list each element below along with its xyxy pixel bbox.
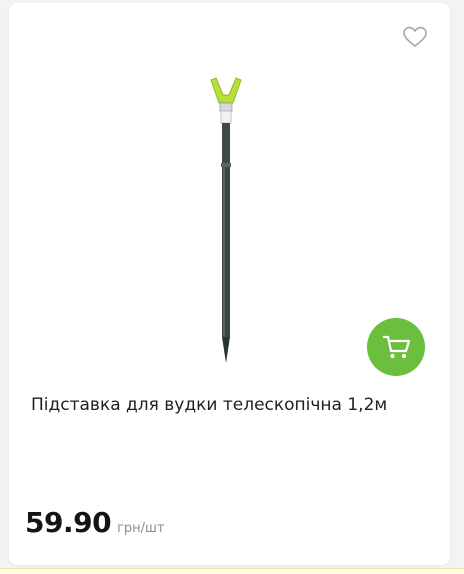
page: Підставка для вудки телескопічна 1,2м 59… bbox=[0, 0, 464, 574]
wishlist-button[interactable] bbox=[401, 23, 429, 51]
heart-icon bbox=[403, 26, 427, 47]
price-row: 59.90 грн/шт bbox=[25, 503, 165, 543]
product-title[interactable]: Підставка для вудки телескопічна 1,2м bbox=[31, 393, 431, 417]
cart-icon bbox=[367, 318, 425, 376]
product-image[interactable] bbox=[159, 73, 309, 373]
price: 59.90 bbox=[25, 506, 112, 539]
price-unit: грн/шт bbox=[117, 521, 165, 536]
product-card[interactable]: Підставка для вудки телескопічна 1,2м 59… bbox=[9, 3, 450, 565]
add-to-cart-button[interactable] bbox=[367, 318, 425, 376]
bottom-strip bbox=[0, 568, 464, 574]
